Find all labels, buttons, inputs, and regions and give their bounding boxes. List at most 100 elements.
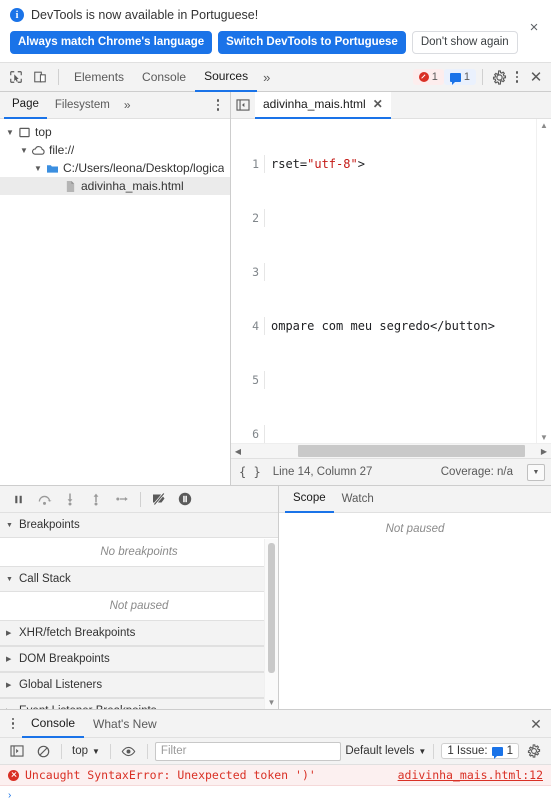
navigator-kebab-menu-icon[interactable]: [209, 99, 227, 111]
drawer-tab-console[interactable]: Console: [22, 710, 85, 738]
chevron-down-icon[interactable]: [32, 164, 44, 173]
scroll-left-icon[interactable]: ◀: [231, 447, 245, 456]
step-over-button[interactable]: [32, 488, 56, 510]
line-number: 3: [231, 263, 265, 281]
banner-message: DevTools is now available in Portuguese!: [31, 8, 259, 22]
inspect-element-icon[interactable]: [4, 65, 28, 89]
console-issues-button[interactable]: 1 Issue: 1: [441, 743, 519, 759]
editor-vertical-scrollbar[interactable]: ▲ ▼: [536, 119, 551, 444]
cloud-icon: [30, 145, 46, 156]
navigator-pane: Page Filesystem » top: [0, 92, 231, 485]
dont-show-again-button[interactable]: Don't show again: [411, 31, 518, 54]
console-context-selector[interactable]: top ▼: [69, 745, 103, 757]
gear-icon[interactable]: [489, 67, 509, 87]
step-out-button[interactable]: [84, 488, 108, 510]
banner-close-icon[interactable]: ×: [526, 20, 542, 36]
switch-devtools-language-button[interactable]: Switch DevTools to Portuguese: [218, 31, 406, 54]
drawer-kebab-menu-icon[interactable]: [4, 717, 22, 730]
tree-item-folder[interactable]: C:/Users/leona/Desktop/logica: [0, 159, 230, 177]
pane-global-listeners[interactable]: ▶ Global Listeners: [0, 672, 278, 698]
console-toolbar-divider-2: [109, 743, 111, 759]
chevron-right-icon[interactable]: ▶: [6, 629, 14, 637]
pane-call-stack[interactable]: ▼ Call Stack: [0, 566, 278, 592]
close-icon[interactable]: ✕: [525, 66, 547, 88]
hscroll-track[interactable]: [245, 444, 537, 458]
chevron-right-icon[interactable]: ▶: [6, 707, 14, 709]
tree-label: C:/Users/leona/Desktop/logica: [63, 161, 225, 175]
error-count-badge[interactable]: 1: [412, 69, 444, 85]
tab-sources[interactable]: Sources: [195, 63, 258, 92]
console-message-row[interactable]: Uncaught SyntaxError: Unexpected token '…: [0, 765, 551, 786]
code-line: 6: [231, 425, 537, 443]
debugger-vertical-scrollbar[interactable]: ▼: [264, 539, 278, 709]
tree-item-file-origin[interactable]: file://: [0, 141, 230, 159]
navigator-more-icon[interactable]: »: [118, 98, 137, 112]
tab-elements[interactable]: Elements: [65, 64, 133, 91]
tree-label: top: [35, 125, 52, 139]
tree-item-adivinha-mais-html[interactable]: adivinha_mais.html: [0, 177, 230, 195]
scope-watch-pane: Scope Watch Not paused: [279, 486, 551, 709]
always-match-language-button[interactable]: Always match Chrome's language: [10, 31, 213, 54]
tab-scope[interactable]: Scope: [285, 486, 334, 513]
pane-dom-breakpoints[interactable]: ▶ DOM Breakpoints: [0, 646, 278, 672]
editor-horizontal-scrollbar[interactable]: ◀ ▶: [231, 443, 551, 458]
line-number: 2: [231, 209, 265, 227]
console-toolbar-divider-4: [433, 743, 435, 759]
more-options-icon[interactable]: ▼: [527, 463, 545, 481]
pause-on-exceptions-button[interactable]: [173, 488, 197, 510]
chevron-down-icon[interactable]: [18, 146, 30, 155]
tree-label: file://: [49, 143, 75, 157]
kebab-menu-icon[interactable]: [509, 71, 525, 83]
debugger-sidebar: ▼ Breakpoints No breakpoints ▼ Call Stac…: [0, 486, 279, 709]
console-prompt[interactable]: ›: [0, 786, 551, 804]
cursor-position: Line 14, Column 27: [272, 466, 373, 478]
code-editor[interactable]: 1 rset="utf-8"> 2 3 4 ompare com meu segre…: [231, 119, 551, 458]
resume-pause-button[interactable]: [6, 488, 30, 510]
pane-event-listener-breakpoints[interactable]: ▶ Event Listener Breakpoints: [0, 698, 278, 709]
nav-tab-page[interactable]: Page: [4, 92, 47, 119]
drawer-close-icon[interactable]: ✕: [527, 715, 545, 733]
live-expression-icon[interactable]: [118, 740, 140, 762]
hscroll-thumb[interactable]: [297, 445, 526, 457]
step-into-button[interactable]: [58, 488, 82, 510]
pretty-print-braces-icon[interactable]: { }: [237, 465, 263, 479]
chevron-right-icon[interactable]: ▶: [6, 655, 14, 663]
console-filter-input[interactable]: [154, 741, 342, 761]
chevron-down-icon[interactable]: [4, 128, 16, 137]
console-settings-gear-icon[interactable]: [523, 740, 545, 762]
drawer-tab-whats-new[interactable]: What's New: [84, 711, 166, 737]
debugger-toolbar-divider: [140, 491, 141, 507]
editor-pane: adivinha_mais.html ✕ 1 rset="utf-8"> 2 3 …: [231, 91, 551, 485]
chevron-down-icon[interactable]: ▼: [6, 576, 14, 583]
console-sidebar-icon[interactable]: [6, 740, 28, 762]
editor-file-tab-close-icon[interactable]: ✕: [373, 97, 383, 111]
console-levels-selector[interactable]: Default levels ▼: [345, 745, 426, 757]
scroll-down-icon[interactable]: ▼: [268, 696, 276, 709]
editor-file-tab[interactable]: adivinha_mais.html ✕: [255, 91, 391, 119]
pane-xhr-fetch-breakpoints[interactable]: ▶ XHR/fetch Breakpoints: [0, 620, 278, 646]
console-message-source-link[interactable]: adivinha_mais.html:12: [398, 768, 543, 782]
debugger-toolbar: [0, 486, 278, 513]
show-navigator-icon[interactable]: [231, 99, 255, 111]
scroll-right-icon[interactable]: ▶: [537, 447, 551, 456]
scroll-up-icon[interactable]: ▲: [540, 119, 548, 132]
clear-console-icon[interactable]: [32, 740, 54, 762]
issues-count-badge[interactable]: 1: [443, 69, 476, 85]
more-tabs-icon[interactable]: »: [257, 70, 276, 85]
devtools-window: i DevTools is now available in Portugues…: [0, 0, 551, 804]
tab-console[interactable]: Console: [133, 64, 195, 91]
code-line: 1 rset="utf-8">: [231, 155, 537, 173]
device-toolbar-icon[interactable]: [28, 65, 52, 89]
pane-breakpoints[interactable]: ▼ Breakpoints: [0, 513, 278, 538]
editor-tabbar: adivinha_mais.html ✕: [231, 91, 551, 119]
chevron-down-icon[interactable]: ▼: [6, 522, 14, 529]
debugger-scroll-thumb[interactable]: [268, 543, 275, 673]
code-line: 3: [231, 263, 537, 281]
nav-tab-filesystem[interactable]: Filesystem: [47, 93, 118, 118]
tree-item-top[interactable]: top: [0, 123, 230, 141]
step-button[interactable]: [110, 488, 134, 510]
deactivate-breakpoints-button[interactable]: [147, 488, 171, 510]
console-toolbar: top ▼ Default levels ▼ 1 Issue: 1: [0, 738, 551, 765]
tab-watch[interactable]: Watch: [334, 487, 382, 512]
chevron-right-icon[interactable]: ▶: [6, 681, 14, 689]
